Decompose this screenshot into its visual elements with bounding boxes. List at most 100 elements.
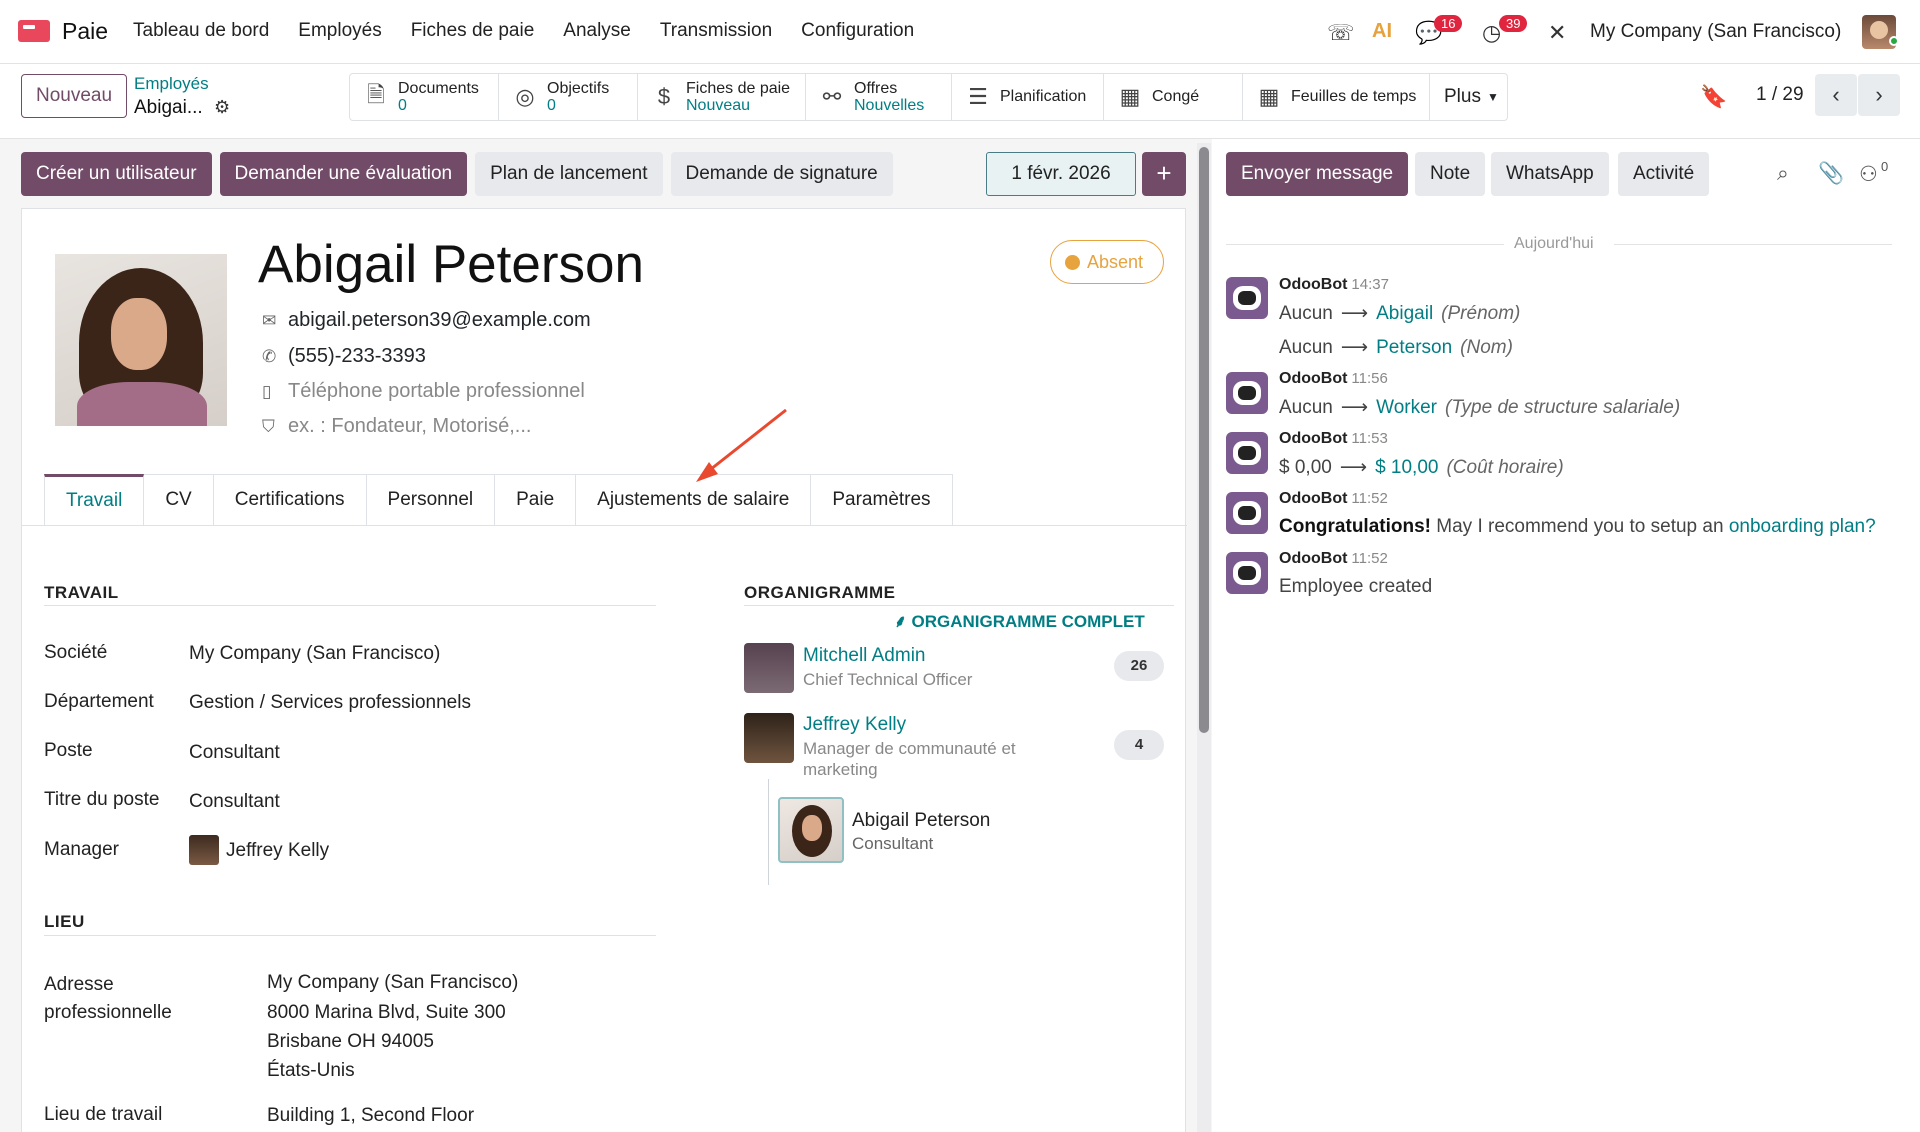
pager-value[interactable]: 1 / 29: [1756, 84, 1804, 106]
arrow-right-icon: ⟶: [1340, 397, 1369, 418]
status-badge[interactable]: Absent: [1050, 240, 1164, 284]
employee-form-sheet: Abigail Peterson Absent ✉ abigail.peterso…: [21, 208, 1187, 1132]
whatsapp-button[interactable]: WhatsApp: [1491, 152, 1609, 196]
org-self-name: Abigail Peterson: [852, 810, 991, 831]
tabs-divider: [22, 525, 1187, 526]
tab-certifications[interactable]: Certifications: [213, 474, 367, 526]
company-switcher[interactable]: My Company (San Francisco): [1590, 21, 1841, 43]
menu-employees[interactable]: Employés: [298, 20, 381, 42]
tab-work[interactable]: Travail: [44, 474, 145, 526]
odoobot-avatar[interactable]: [1226, 492, 1268, 534]
org-person-name[interactable]: Jeffrey Kelly: [803, 714, 906, 736]
add-button[interactable]: +: [1142, 152, 1186, 196]
department-value[interactable]: Gestion / Services professionnels: [189, 692, 471, 714]
payroll-app-icon[interactable]: [18, 20, 50, 42]
today-separator: Aujourd'hui: [1514, 235, 1594, 252]
launch-plan-button[interactable]: Plan de lancement: [475, 152, 663, 196]
employee-name[interactable]: Abigail Peterson: [258, 234, 644, 295]
paperclip-icon[interactable]: 📎: [1818, 162, 1844, 186]
manager-label: Manager: [44, 839, 119, 860]
odoobot-avatar[interactable]: [1226, 372, 1268, 414]
ai-icon[interactable]: AI: [1372, 20, 1392, 43]
date-field[interactable]: 1 févr. 2026: [986, 152, 1136, 196]
caret-down-icon: ▼: [1486, 90, 1499, 104]
menu-payslips[interactable]: Fiches de paie: [411, 20, 535, 42]
tab-payroll[interactable]: Paie: [495, 474, 577, 526]
email-field[interactable]: ✉ abigail.peterson39@example.com: [262, 309, 591, 332]
form-scrollbar-thumb[interactable]: [1199, 147, 1209, 733]
send-message-button[interactable]: Envoyer message: [1226, 152, 1409, 196]
address-line-1[interactable]: My Company (San Francisco): [267, 972, 518, 994]
org-self-job: Consultant: [852, 834, 934, 853]
ask-review-button[interactable]: Demander une évaluation: [219, 152, 468, 196]
followers-icon[interactable]: ⚇: [1859, 162, 1878, 187]
menu-analysis[interactable]: Analyse: [563, 20, 631, 42]
job-position-value[interactable]: Consultant: [189, 742, 280, 764]
jeffrey-avatar[interactable]: [744, 713, 794, 763]
phone-field[interactable]: ✆ (555)-233-3393: [262, 345, 426, 368]
org-subordinates-count[interactable]: 4: [1114, 730, 1164, 760]
search-icon[interactable]: ⌕: [1777, 162, 1789, 186]
org-person-job: Chief Technical Officer: [803, 670, 973, 689]
planning-smart-button[interactable]: ☰ Planification: [952, 74, 1104, 120]
tab-settings[interactable]: Paramètres: [811, 474, 953, 526]
tab-personal[interactable]: Personnel: [366, 474, 496, 526]
message-body: Congratulations! May I recommend you to …: [1279, 516, 1876, 537]
activity-button[interactable]: Activité: [1618, 152, 1710, 196]
tools-icon[interactable]: ✕: [1548, 20, 1566, 46]
signature-request-button[interactable]: Demande de signature: [670, 152, 893, 196]
org-connector-line: [768, 779, 769, 885]
company-value[interactable]: My Company (San Francisco): [189, 643, 440, 665]
timesheets-smart-button[interactable]: ▦ Feuilles de temps: [1243, 74, 1430, 120]
onboarding-plan-link[interactable]: onboarding plan?: [1729, 516, 1876, 537]
new-button[interactable]: Nouveau: [21, 74, 128, 118]
pager-next-button[interactable]: ›: [1858, 74, 1900, 116]
menu-transmission[interactable]: Transmission: [660, 20, 772, 42]
followers-count: 0: [1881, 159, 1889, 174]
manager-value[interactable]: Jeffrey Kelly: [226, 840, 329, 862]
menu-dashboard[interactable]: Tableau de bord: [133, 20, 269, 42]
create-user-button[interactable]: Créer un utilisateur: [21, 152, 212, 196]
org-person-name[interactable]: Mitchell Admin: [803, 645, 926, 667]
full-org-chart-link[interactable]: ⸙ ORGANIGRAMME COMPLET: [894, 609, 1145, 632]
tab-salary-adjustments[interactable]: Ajustements de salaire: [576, 474, 812, 526]
tracking-change: Aucun ⟶ Peterson (Nom): [1279, 337, 1513, 358]
odoobot-avatar[interactable]: [1226, 277, 1268, 319]
menu-configuration[interactable]: Configuration: [801, 20, 914, 42]
address-line-4: États-Unis: [267, 1060, 355, 1081]
goals-smart-button[interactable]: ◎ Objectifs 0: [499, 74, 638, 120]
org-subordinates-count[interactable]: 26: [1114, 651, 1164, 681]
tab-resume[interactable]: CV: [144, 474, 214, 526]
breadcrumb-employees[interactable]: Employés: [134, 74, 209, 94]
log-note-button[interactable]: Note: [1415, 152, 1486, 196]
odoobot-avatar[interactable]: [1226, 432, 1268, 474]
job-title-value[interactable]: Consultant: [189, 791, 280, 813]
top-menu: Tableau de bord Employés Fiches de paie …: [133, 20, 943, 42]
employee-photo[interactable]: [55, 254, 227, 426]
calendar-icon: ▦: [1119, 84, 1141, 109]
payslips-smart-button[interactable]: $ Fiches de paie Nouveau: [638, 74, 806, 120]
tags-field[interactable]: ⛉ ex. : Fondateur, Motorisé,...: [262, 415, 531, 438]
workplace-value[interactable]: Building 1, Second Floor: [267, 1105, 474, 1127]
documents-smart-button[interactable]: 🗎 Documents 0: [350, 74, 499, 120]
message-body: Employee created: [1279, 576, 1433, 597]
phone-icon[interactable]: ☏: [1327, 20, 1355, 46]
bookmark-icon[interactable]: 🔖: [1700, 84, 1727, 110]
smart-buttons: 🗎 Documents 0 ◎ Objectifs 0 $ Fiches de pa…: [349, 73, 1508, 121]
app-name[interactable]: Paie: [62, 18, 108, 45]
gear-icon[interactable]: ⚙: [214, 97, 230, 118]
company-label: Société: [44, 642, 108, 663]
pager-previous-button[interactable]: ‹: [1815, 74, 1857, 116]
leave-smart-button[interactable]: ▦ Congé: [1104, 74, 1243, 120]
arrow-right-icon: ⟶: [1339, 457, 1368, 478]
message-author: OdooBot 11:52: [1279, 550, 1388, 567]
control-panel: Nouveau Employés Abigai... ⚙ 🗎 Documents…: [0, 64, 1920, 139]
online-status-dot: [1889, 36, 1899, 46]
odoobot-avatar[interactable]: [1226, 552, 1268, 594]
more-dropdown[interactable]: Plus ▼: [1430, 74, 1507, 120]
offers-smart-button[interactable]: ⚯ Offres Nouvelles: [806, 74, 952, 120]
dollar-icon: $: [657, 84, 671, 109]
tracking-change: Aucun ⟶ Worker (Type de structure salariale…: [1279, 397, 1681, 418]
mitchell-avatar[interactable]: [744, 643, 794, 693]
mobile-field[interactable]: ▯ Téléphone portable professionnel: [262, 380, 585, 403]
